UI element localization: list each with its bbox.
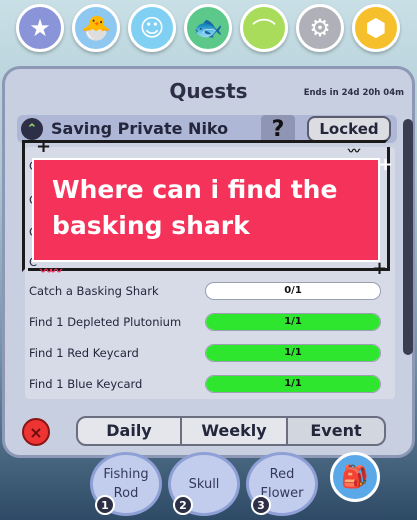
tab-daily[interactable]: Daily: [76, 416, 182, 446]
progress-bar: 1/1: [205, 344, 381, 362]
objective-label: Find 1 Depleted Plutonium: [29, 315, 182, 329]
quest-name: Saving Private Niko: [51, 119, 229, 138]
objective-label: Find 1 Red Keycard: [29, 346, 139, 360]
progress-text: 1/1: [284, 347, 302, 358]
top-icon-bar: ★ 🐣 ☺ 🐟 ⌒ ⚙ ⬢: [0, 0, 417, 60]
hatching-egg-icon[interactable]: 🐣: [72, 4, 120, 52]
objective-label: Catch a Basking Shark: [29, 284, 159, 298]
progress-bar: 0/1: [205, 282, 381, 300]
caption-text: Where can i find the basking shark: [32, 158, 380, 262]
slot-number: 2: [173, 495, 193, 515]
plus-decoration: +: [36, 136, 52, 157]
hotbar-slot-skull[interactable]: Skull 2: [168, 452, 240, 516]
progress-text: 1/1: [284, 316, 302, 327]
hotbar-slot-fishing-rod[interactable]: Fishing Rod 1: [90, 452, 162, 516]
backpack-icon[interactable]: 🎒: [330, 452, 380, 502]
bookmark-star-icon[interactable]: ★: [16, 4, 64, 52]
event-countdown: Ends in 24d 20h 04m: [303, 88, 404, 98]
fishing-rod-icon[interactable]: ⌒: [240, 4, 288, 52]
tab-event[interactable]: Event: [286, 416, 386, 446]
slot-number: 1: [95, 495, 115, 515]
progress-bar: 1/1: [205, 375, 381, 393]
quest-header[interactable]: ⌃ Saving Private Niko ? Locked: [17, 115, 397, 143]
locked-badge: Locked: [307, 116, 391, 142]
zigzag-decoration: 〰: [348, 144, 360, 158]
objective-label: Find 1 Blue Keycard: [29, 377, 143, 391]
slot-number: 3: [251, 495, 271, 515]
plus-decoration: +: [378, 154, 394, 175]
hotbar-slot-red-flower[interactable]: Red Flower 3: [246, 452, 318, 516]
objective-row: Find 1 Red Keycard 1/1: [29, 343, 387, 365]
tab-weekly[interactable]: Weekly: [180, 416, 288, 446]
objective-row: Catch a Basking Shark 0/1: [29, 281, 387, 303]
plus-decoration: +: [372, 258, 388, 279]
objective-row: Find 1 Blue Keycard 1/1: [29, 374, 387, 396]
progress-text: 0/1: [284, 285, 302, 296]
scrollbar[interactable]: [403, 119, 413, 355]
fish-card-icon[interactable]: 🐟: [184, 4, 232, 52]
objective-row: Find 1 Depleted Plutonium 1/1: [29, 312, 387, 334]
close-button[interactable]: ×: [22, 418, 50, 446]
slot-label: Skull: [188, 476, 220, 492]
progress-text: 1/1: [284, 378, 302, 389]
help-button[interactable]: ?: [261, 115, 295, 143]
progress-bar: 1/1: [205, 313, 381, 331]
zigzag-decoration: 〰〰: [40, 264, 62, 278]
smiley-icon[interactable]: ☺: [128, 4, 176, 52]
robux-icon[interactable]: ⬢: [352, 4, 400, 52]
gear-icon[interactable]: ⚙: [296, 4, 344, 52]
